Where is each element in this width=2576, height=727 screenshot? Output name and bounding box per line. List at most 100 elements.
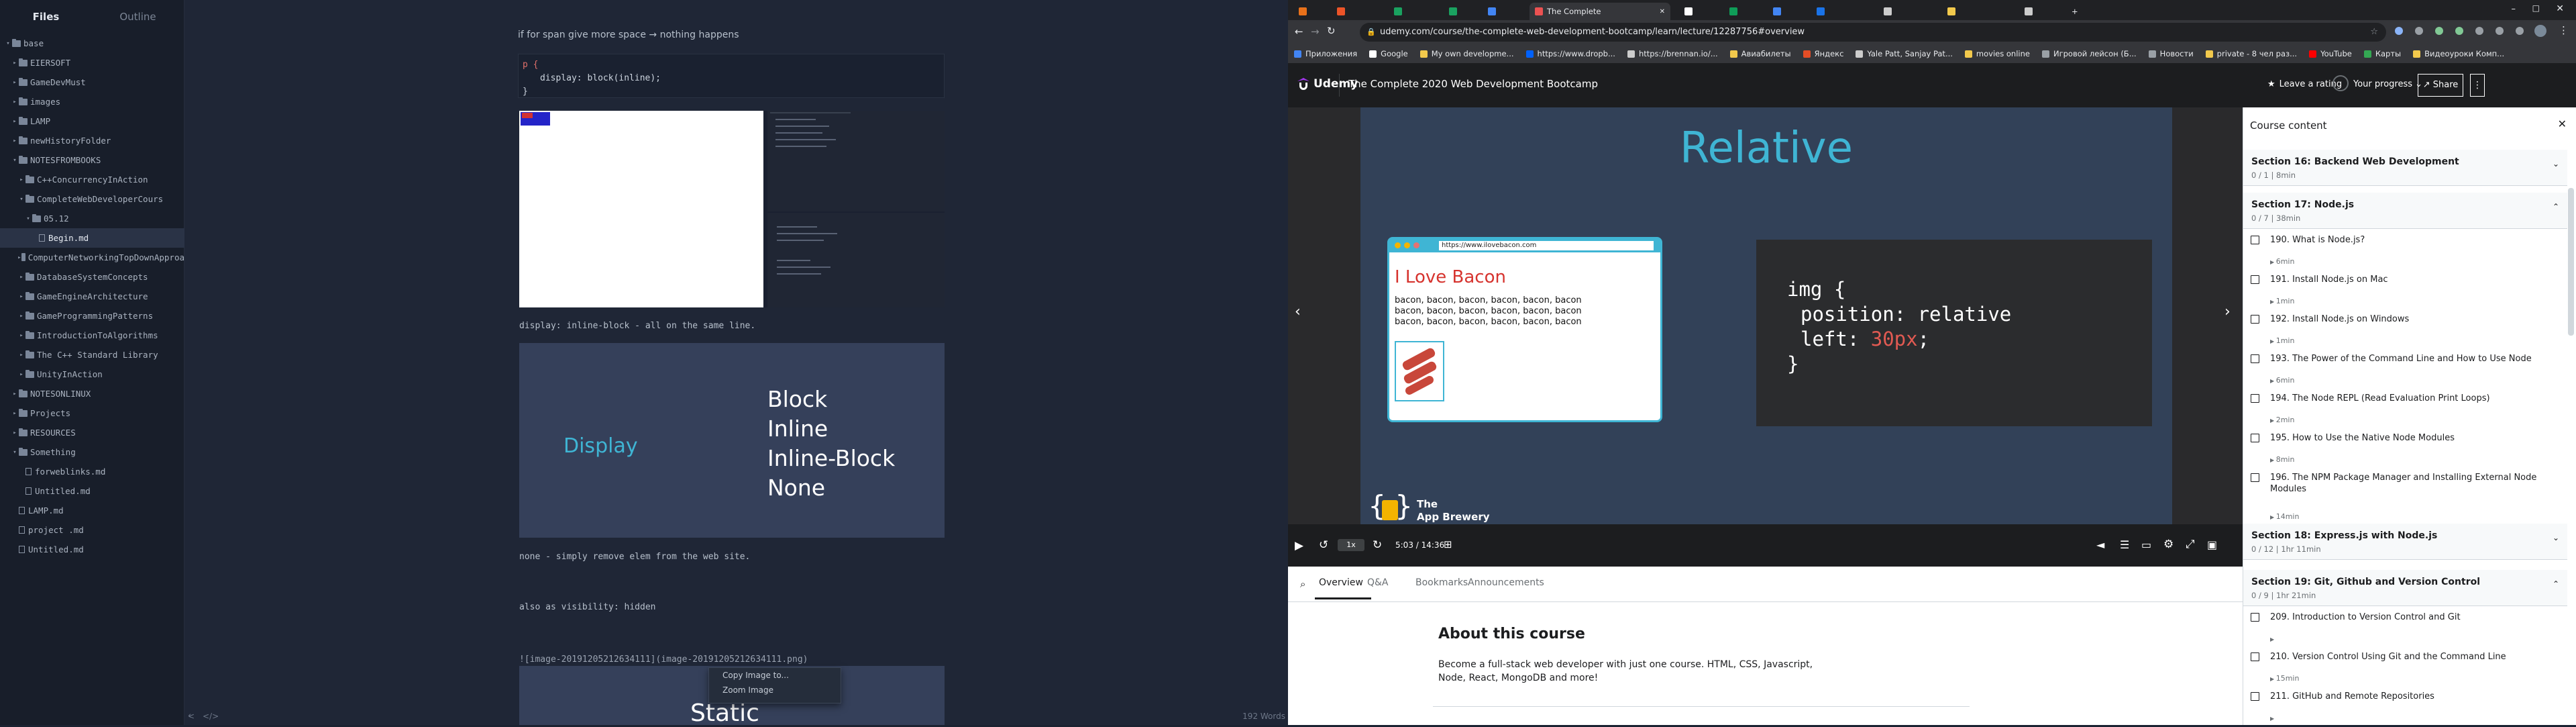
- tree-folder[interactable]: ▾ base: [0, 34, 184, 53]
- source-mode-icon[interactable]: </>: [203, 712, 219, 721]
- lecture-item[interactable]: 210. Version Control Using Git and the C…: [2243, 646, 2567, 685]
- browser-tab[interactable]: [1679, 3, 1719, 20]
- chevron-down-icon[interactable]: ▾: [17, 196, 25, 203]
- browser-tab[interactable]: [1332, 3, 1372, 20]
- lecture-checkbox[interactable]: [2251, 613, 2259, 622]
- chevron-down-icon[interactable]: ▾: [11, 449, 19, 456]
- bookmark-item[interactable]: private - 8 чел раз...: [2200, 49, 2303, 58]
- bookmark-item[interactable]: Приложения: [1288, 49, 1363, 58]
- expand-view-icon[interactable]: ▣: [2207, 538, 2217, 551]
- browser-tab[interactable]: [1483, 3, 1523, 20]
- tree-folder[interactable]: ▸ GameDevMust: [0, 72, 184, 92]
- chevron-right-icon[interactable]: ▸: [11, 410, 19, 417]
- address-bar[interactable]: 🔒 udemy.com/course/the-complete-web-deve…: [1360, 23, 2386, 42]
- your-progress-button[interactable]: Your progress ⌄: [2353, 79, 2422, 89]
- profile-avatar[interactable]: [2534, 25, 2546, 37]
- play-icon[interactable]: ▶: [1295, 539, 1303, 552]
- chevron-right-icon[interactable]: ▸: [17, 293, 25, 300]
- bookmark-item[interactable]: https://brennan.io/...: [1621, 49, 1724, 58]
- lecture-item[interactable]: 196. The NPM Package Manager and Install…: [2243, 467, 2567, 524]
- leave-rating-button[interactable]: ★ Leave a rating: [2267, 79, 2342, 89]
- extension-icon[interactable]: [2516, 27, 2524, 35]
- browser-tab[interactable]: [1724, 3, 1764, 20]
- browser-tab[interactable]: [1444, 3, 1484, 20]
- chevron-right-icon[interactable]: ▸: [11, 138, 19, 144]
- tree-folder[interactable]: ▸ GameEngineArchitecture: [0, 287, 184, 306]
- panel-scrollbar[interactable]: [2568, 188, 2574, 336]
- udemy-logo-icon[interactable]: [1296, 77, 1311, 91]
- lecture-checkbox[interactable]: [2251, 315, 2259, 324]
- minimize-icon[interactable]: –: [2512, 4, 2516, 14]
- chevron-right-icon[interactable]: ▸: [17, 332, 25, 339]
- chevron-right-icon[interactable]: ▸: [17, 177, 25, 183]
- search-icon[interactable]: ⌕: [1300, 578, 1305, 590]
- video-frame[interactable]: Relative https://www.ilovebacon.com I Lo…: [1360, 107, 2172, 524]
- chevron-right-icon[interactable]: ▸: [11, 118, 19, 125]
- maximize-icon[interactable]: □: [2532, 3, 2540, 13]
- lecture-item[interactable]: 191. Install Node.js on Mac ▶ 1min: [2243, 269, 2567, 308]
- lecture-item[interactable]: 209. Introduction to Version Control and…: [2243, 606, 2567, 646]
- tree-file[interactable]: Begin.md: [0, 228, 184, 248]
- tree-file[interactable]: forweblinks.md: [0, 462, 184, 481]
- tree-folder[interactable]: ▸ NOTESONLINUX: [0, 384, 184, 403]
- context-zoom-image[interactable]: Zoom Image: [709, 683, 841, 697]
- tab-outline[interactable]: Outline: [92, 0, 184, 34]
- lecture-item[interactable]: 211. GitHub and Remote Repositories ▶: [2243, 685, 2567, 725]
- tree-folder[interactable]: ▸ The C++ Standard Library: [0, 345, 184, 365]
- tab-bookmarks[interactable]: Bookmarks: [1415, 577, 1468, 588]
- star-icon[interactable]: ☆: [2370, 23, 2378, 42]
- speed-button[interactable]: 1x: [1338, 539, 1364, 551]
- close-window-icon[interactable]: ✕: [2556, 3, 2564, 14]
- extension-icon[interactable]: [2415, 27, 2423, 35]
- course-section[interactable]: Section 17: Node.js 0 / 7 | 38min ⌃: [2243, 193, 2567, 229]
- tree-folder[interactable]: ▸ DatabaseSystemConcepts: [0, 267, 184, 287]
- tree-folder[interactable]: ▸ images: [0, 92, 184, 111]
- bookmark-item[interactable]: Yale Patt, Sanjay Pat...: [1849, 49, 1959, 58]
- settings-icon[interactable]: ⚙: [2163, 538, 2174, 551]
- extension-icon[interactable]: [2455, 27, 2463, 35]
- tree-file[interactable]: LAMP.md: [0, 501, 184, 520]
- lecture-item[interactable]: 193. The Power of the Command Line and H…: [2243, 348, 2567, 387]
- bookmark-item[interactable]: Google: [1363, 49, 1414, 58]
- lecture-item[interactable]: 195. How to Use the Native Node Modules ▶…: [2243, 427, 2567, 467]
- forward-icon[interactable]: →: [1311, 26, 1320, 38]
- tab-announcements[interactable]: Announcements: [1468, 577, 1544, 588]
- chevron-up-icon[interactable]: ⌃: [2553, 579, 2559, 589]
- lecture-checkbox[interactable]: [2251, 473, 2259, 482]
- editor-pane[interactable]: if for span give more space → nothing ha…: [185, 0, 1288, 727]
- bookmark-item[interactable]: My own developme...: [1414, 49, 1520, 58]
- chevron-right-icon[interactable]: ▸: [17, 254, 21, 261]
- tab-files[interactable]: Files: [0, 0, 92, 34]
- extension-icon[interactable]: [2395, 27, 2403, 35]
- volume-icon[interactable]: ◄: [2096, 538, 2104, 551]
- bookmark-item[interactable]: YouTube: [2303, 49, 2358, 58]
- bookmark-item[interactable]: Новости: [2143, 49, 2200, 58]
- tree-folder[interactable]: ▸ EIERSOFT: [0, 53, 184, 72]
- more-options-button[interactable]: ⋮: [2470, 74, 2485, 97]
- tree-folder[interactable]: ▸ UnityInAction: [0, 365, 184, 384]
- chevron-right-icon[interactable]: ▸: [17, 371, 25, 378]
- browser-tab[interactable]: [1811, 3, 1851, 20]
- chevron-down-icon[interactable]: ⌄: [2553, 159, 2559, 168]
- back-icon[interactable]: ←: [1295, 26, 1303, 38]
- share-button[interactable]: ↗ Share: [2418, 74, 2463, 97]
- browser-tab[interactable]: [2019, 3, 2059, 20]
- prev-lecture-icon[interactable]: ‹: [1295, 303, 1301, 320]
- tree-folder[interactable]: ▸ GameProgrammingPatterns: [0, 306, 184, 326]
- lecture-item[interactable]: 192. Install Node.js on Windows ▶ 1min: [2243, 308, 2567, 348]
- tree-file[interactable]: Untitled.md: [0, 540, 184, 559]
- tree-file[interactable]: project .md: [0, 520, 184, 540]
- close-tab-icon[interactable]: ✕: [1660, 8, 1665, 15]
- lecture-checkbox[interactable]: [2251, 394, 2259, 403]
- lecture-item[interactable]: 194. The Node REPL (Read Evaluation Prin…: [2243, 387, 2567, 427]
- tab-overview[interactable]: Overview: [1319, 577, 1363, 588]
- extension-icon[interactable]: [2435, 27, 2443, 35]
- browser-tab[interactable]: [1878, 3, 1919, 20]
- tree-folder[interactable]: ▸ ComputerNetworkingTopDownApproa: [0, 248, 184, 267]
- menu-kebab-icon[interactable]: ⋮: [2559, 24, 2569, 36]
- tree-folder[interactable]: ▸ newHistoryFolder: [0, 131, 184, 150]
- chevron-right-icon[interactable]: ▸: [17, 352, 25, 358]
- chevron-down-icon[interactable]: ▾: [24, 215, 32, 222]
- tree-file[interactable]: Untitled.md: [0, 481, 184, 501]
- video-player[interactable]: Relative https://www.ilovebacon.com I Lo…: [1288, 107, 2243, 567]
